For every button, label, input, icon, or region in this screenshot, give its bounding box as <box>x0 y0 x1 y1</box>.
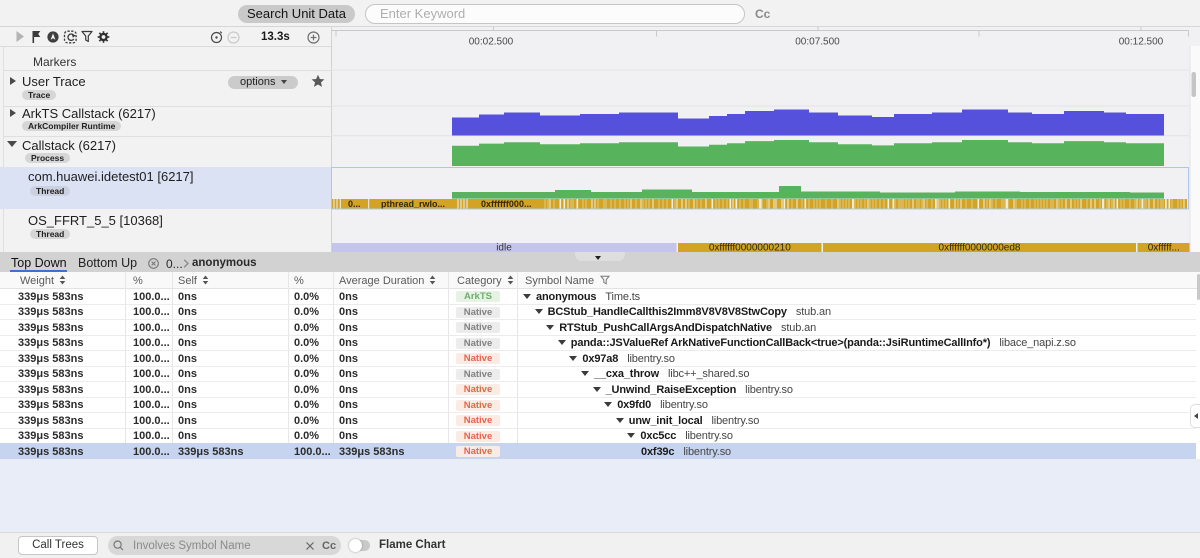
svg-text:pthread_rwlo...: pthread_rwlo... <box>381 199 445 209</box>
svg-text:00:07.500: 00:07.500 <box>795 37 840 48</box>
svg-text:00:12.500: 00:12.500 <box>1119 37 1164 48</box>
svg-text:0...: 0... <box>348 199 361 209</box>
svg-text:0xffffff000...: 0xffffff000... <box>481 199 532 209</box>
svg-text:00:02.500: 00:02.500 <box>469 37 514 48</box>
